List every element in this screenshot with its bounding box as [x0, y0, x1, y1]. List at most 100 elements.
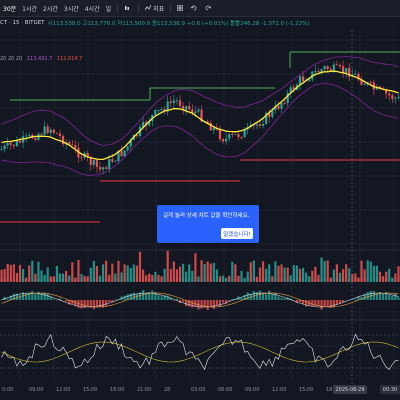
timeframe-30m[interactable]: 30분	[0, 4, 19, 13]
candle-body	[329, 69, 332, 71]
volume-bar	[338, 272, 342, 282]
volume-bar	[105, 260, 108, 282]
volume-bar	[378, 271, 382, 282]
grid-icon	[177, 5, 183, 11]
redo-icon	[205, 5, 212, 11]
macd-bar	[95, 300, 99, 307]
macd-bar	[261, 293, 265, 300]
volume-bar	[335, 264, 339, 282]
time-axis-label: 0:00	[2, 387, 14, 393]
macd-bar	[92, 300, 95, 310]
indicators-button[interactable]: 지표	[142, 4, 167, 13]
candle-body	[178, 100, 182, 106]
candle-body	[197, 109, 200, 112]
candle-type-button[interactable]	[121, 5, 135, 11]
candle-body	[301, 76, 305, 82]
volume-bar	[40, 270, 43, 282]
volume-bar	[314, 266, 317, 282]
candle-body	[6, 142, 9, 146]
volume-bar	[163, 268, 166, 282]
macd-bar	[132, 292, 135, 300]
volume-bar	[271, 276, 274, 282]
volume-bar	[375, 265, 379, 282]
undo-button[interactable]	[188, 5, 202, 11]
macd-bar	[277, 296, 280, 300]
bollinger-params: 20 20 20	[0, 56, 23, 62]
volume-bar	[49, 276, 52, 282]
symbol-label[interactable]: CT · 15 · BITGET	[0, 20, 45, 26]
macd-bar	[271, 294, 274, 300]
volume-bar	[357, 277, 360, 282]
volume-bar	[234, 264, 237, 282]
candle-body	[34, 138, 37, 140]
volume-bar	[308, 276, 311, 282]
volume-bar	[348, 268, 351, 282]
redo-button[interactable]	[202, 5, 216, 11]
macd-bar	[381, 293, 385, 300]
macd-bar	[394, 293, 397, 300]
volume-bar	[18, 264, 22, 282]
dismiss-hint-button[interactable]: 알겠습니다!	[221, 228, 253, 239]
volume-bar	[123, 264, 126, 282]
timeframe-2h[interactable]: 2시간	[40, 4, 61, 13]
candle-body	[108, 159, 111, 170]
candle-body	[172, 100, 175, 104]
bollinger-upper	[1, 56, 399, 146]
volume-bar	[249, 262, 252, 282]
candle-body	[0, 149, 3, 151]
volume-bar	[101, 264, 105, 282]
volume-bar	[148, 273, 151, 282]
volume-bar	[151, 274, 154, 282]
timeframe-1h[interactable]: 1시간	[19, 4, 40, 13]
candle-body	[323, 66, 326, 70]
volume-bar	[181, 263, 185, 282]
macd-bar	[160, 296, 163, 300]
indicator-icon	[145, 5, 152, 11]
timeframe-4h[interactable]: 4시간	[82, 4, 103, 13]
volume-bar	[138, 251, 142, 282]
candle-body	[98, 166, 102, 170]
volume-bar	[111, 263, 114, 282]
macd-bar	[354, 299, 357, 300]
layout-button[interactable]	[174, 5, 188, 11]
candle-body	[391, 95, 394, 99]
candle-body	[15, 140, 19, 147]
macd-bar	[366, 292, 369, 300]
macd-bar	[157, 295, 160, 300]
volume-bar	[221, 275, 225, 282]
volume-bar	[172, 261, 175, 282]
macd-bar	[52, 299, 55, 300]
volume-bar	[83, 275, 86, 282]
candle-body	[397, 96, 400, 98]
candle-body	[221, 139, 225, 142]
volume-bar	[218, 276, 222, 282]
candle-body	[55, 132, 59, 134]
volume-bar	[292, 265, 295, 282]
volume-bar	[166, 250, 169, 282]
volume-bar	[126, 265, 129, 282]
timeframe-1d[interactable]: 일	[103, 4, 115, 13]
volume-bar	[388, 268, 391, 282]
macd-bar	[6, 299, 9, 300]
volume-bar	[332, 269, 335, 282]
toolbar-divider	[117, 3, 119, 13]
volume-bar	[3, 269, 6, 282]
candle-body	[283, 103, 286, 104]
indicators-label: 지표	[153, 5, 165, 13]
candle-body	[338, 64, 342, 67]
candle-body	[101, 167, 105, 170]
macd-bar	[268, 290, 271, 300]
volume-bar	[108, 274, 111, 282]
candle-body	[255, 124, 259, 126]
candle-body	[157, 109, 160, 111]
candle-body	[314, 71, 317, 72]
candle-body	[298, 76, 302, 85]
timeframe-3h[interactable]: 3시간	[61, 4, 82, 13]
volume-bar	[12, 264, 15, 282]
volume-bar	[43, 274, 46, 282]
candle-body	[212, 127, 215, 131]
top-toolbar: 30분 1시간 2시간 3시간 4시간 일 지표	[0, 0, 400, 17]
volume-bar	[228, 275, 231, 282]
candle-body	[188, 106, 191, 110]
candle-body	[231, 134, 234, 135]
